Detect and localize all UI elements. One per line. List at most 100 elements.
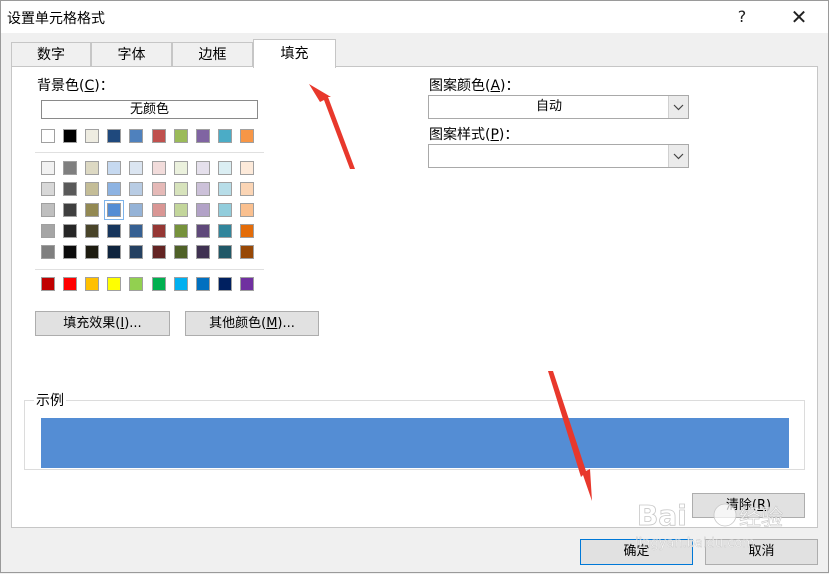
color-swatch[interactable] [129, 161, 143, 175]
no-color-button[interactable]: 无颜色 [41, 100, 258, 119]
color-swatch[interactable] [218, 245, 232, 259]
color-swatch[interactable] [196, 203, 210, 217]
color-swatch[interactable] [107, 182, 121, 196]
close-button[interactable]: ✕ [776, 1, 822, 33]
standard-color-swatch[interactable] [85, 277, 99, 291]
color-swatch[interactable] [63, 203, 77, 217]
chevron-down-icon[interactable] [668, 96, 688, 118]
color-swatch[interactable] [174, 203, 188, 217]
color-swatch[interactable] [240, 245, 254, 259]
color-swatch[interactable] [129, 182, 143, 196]
color-swatch[interactable] [196, 182, 210, 196]
color-swatch[interactable] [85, 161, 99, 175]
format-cells-dialog: 设置单元格格式 ? ✕ 数字 字体 边框 填充 背景色(C)： 无颜色 填充效果… [0, 0, 829, 573]
color-swatch[interactable] [152, 129, 166, 143]
help-button[interactable]: ? [719, 1, 765, 33]
color-swatch[interactable] [196, 161, 210, 175]
color-swatch[interactable] [174, 129, 188, 143]
color-swatch[interactable] [218, 182, 232, 196]
color-swatch[interactable] [196, 224, 210, 238]
pattern-style-value [429, 145, 669, 167]
color-swatch[interactable] [174, 224, 188, 238]
title-bar: 设置单元格格式 ? ✕ [1, 1, 828, 33]
standard-color-swatch[interactable] [152, 277, 166, 291]
color-swatch[interactable] [152, 161, 166, 175]
color-swatch[interactable] [240, 224, 254, 238]
baidu-logo-icon: Bai 经验 jingyan.baidu.com [634, 499, 784, 552]
color-swatch[interactable] [240, 161, 254, 175]
color-swatch[interactable] [85, 245, 99, 259]
standard-color-swatch[interactable] [63, 277, 77, 291]
chevron-down-icon[interactable] [668, 145, 688, 167]
color-swatch[interactable] [152, 245, 166, 259]
tab-number[interactable]: 数字 [11, 42, 91, 66]
pattern-style-label: 图案样式(P)： [429, 127, 519, 143]
tab-font[interactable]: 字体 [91, 42, 172, 66]
standard-color-swatch[interactable] [107, 277, 121, 291]
standard-color-swatch[interactable] [196, 277, 210, 291]
color-swatch[interactable] [152, 224, 166, 238]
color-swatch[interactable] [41, 224, 55, 238]
color-swatch[interactable] [129, 224, 143, 238]
color-swatch[interactable] [107, 224, 121, 238]
color-swatch[interactable] [63, 161, 77, 175]
background-color-label: 背景色(C)： [37, 78, 114, 94]
color-swatch[interactable] [85, 203, 99, 217]
color-swatch[interactable] [63, 129, 77, 143]
baidu-watermark: Bai 经验 jingyan.baidu.com [633, 485, 813, 555]
svg-text:Bai: Bai [637, 499, 687, 532]
color-swatch[interactable] [240, 182, 254, 196]
dialog-title: 设置单元格格式 [7, 11, 105, 27]
color-swatch[interactable] [129, 129, 143, 143]
color-swatch[interactable] [196, 129, 210, 143]
color-swatch[interactable] [152, 182, 166, 196]
color-swatch[interactable] [41, 161, 55, 175]
color-swatch[interactable] [63, 245, 77, 259]
color-swatch[interactable] [218, 224, 232, 238]
color-swatch[interactable] [107, 129, 121, 143]
pattern-color-dropdown[interactable]: 自动 [428, 95, 689, 119]
color-swatch[interactable] [129, 245, 143, 259]
tab-fill[interactable]: 填充 [253, 39, 336, 68]
color-swatch[interactable] [174, 245, 188, 259]
color-swatch[interactable] [107, 161, 121, 175]
standard-color-swatch[interactable] [218, 277, 232, 291]
color-swatch[interactable] [196, 245, 210, 259]
color-swatch[interactable] [41, 245, 55, 259]
color-swatch[interactable] [240, 129, 254, 143]
color-swatch[interactable] [240, 203, 254, 217]
color-swatch[interactable] [63, 224, 77, 238]
color-swatch[interactable] [41, 203, 55, 217]
standard-color-swatch[interactable] [41, 277, 55, 291]
palette-divider [35, 269, 264, 270]
svg-text:经验: 经验 [739, 506, 783, 531]
color-swatch[interactable] [174, 161, 188, 175]
color-swatch[interactable] [85, 182, 99, 196]
standard-color-swatch[interactable] [174, 277, 188, 291]
color-swatch[interactable] [174, 182, 188, 196]
standard-color-swatch[interactable] [240, 277, 254, 291]
sample-preview [41, 418, 789, 468]
pattern-color-label: 图案颜色(A)： [429, 78, 520, 94]
standard-color-swatch[interactable] [129, 277, 143, 291]
color-swatch[interactable] [104, 200, 124, 220]
color-swatch[interactable] [129, 203, 143, 217]
color-swatch[interactable] [41, 182, 55, 196]
color-swatch[interactable] [41, 129, 55, 143]
palette-divider [35, 152, 264, 153]
color-swatch[interactable] [85, 224, 99, 238]
pattern-color-value: 自动 [535, 99, 562, 114]
sample-label: 示例 [34, 390, 66, 410]
pattern-style-dropdown[interactable] [428, 144, 689, 168]
color-swatch[interactable] [152, 203, 166, 217]
more-colors-button[interactable]: 其他颜色(M)... [185, 311, 319, 336]
color-swatch[interactable] [85, 129, 99, 143]
color-swatch[interactable] [218, 129, 232, 143]
color-swatch[interactable] [218, 161, 232, 175]
color-swatch[interactable] [218, 203, 232, 217]
tab-border[interactable]: 边框 [172, 42, 253, 66]
watermark-url: jingyan.baidu.com [634, 536, 755, 551]
color-swatch[interactable] [107, 245, 121, 259]
color-swatch[interactable] [63, 182, 77, 196]
fill-effects-button[interactable]: 填充效果(I)... [35, 311, 170, 336]
